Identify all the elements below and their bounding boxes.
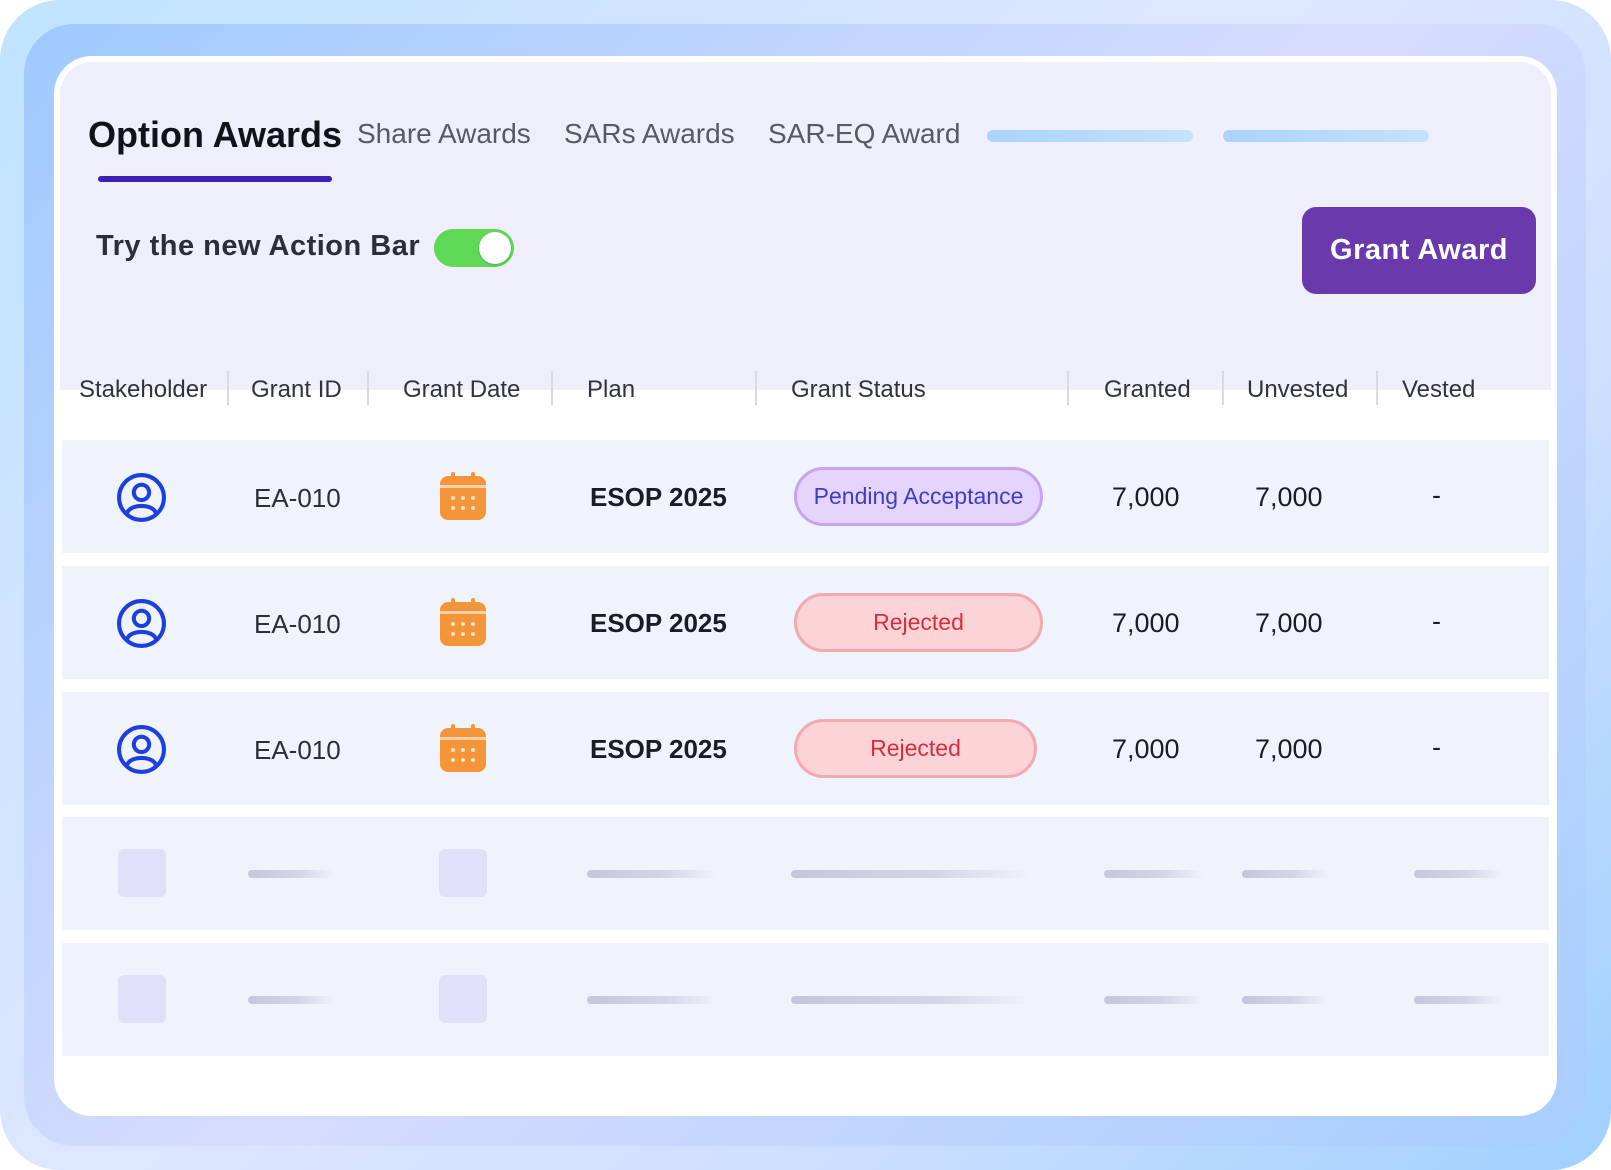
skeleton-avatar [118, 975, 166, 1023]
skeleton-avatar [118, 849, 166, 897]
column-divider [551, 371, 553, 405]
vested-value: - [1432, 732, 1441, 762]
column-divider [755, 371, 757, 405]
plan-name: ESOP 2025 [590, 734, 727, 764]
tab-placeholder [1223, 130, 1429, 142]
tab-sar-eq-award[interactable]: SAR-EQ Award [768, 118, 960, 150]
column-header-unvested[interactable]: Unvested [1247, 376, 1348, 404]
toggle-knob [479, 232, 511, 264]
skeleton-bar [248, 996, 334, 1004]
tab-sars-awards[interactable]: SARs Awards [564, 118, 735, 150]
tab-share-awards[interactable]: Share Awards [357, 118, 531, 150]
skeleton-bar [587, 870, 717, 878]
header-panel: Option Awards Share Awards SARs Awards S… [60, 62, 1551, 390]
user-circle-icon[interactable] [116, 724, 167, 775]
status-badge: Pending Acceptance [794, 467, 1043, 526]
action-bar-label: Try the new Action Bar [96, 230, 421, 262]
tab-placeholder [987, 130, 1193, 142]
column-header-grant-id[interactable]: Grant ID [251, 376, 342, 404]
action-bar-toggle[interactable] [434, 229, 514, 267]
table-row[interactable]: EA-010 ESOP 2025 Pending Acceptance 7,00… [62, 440, 1549, 553]
unvested-value: 7,000 [1255, 482, 1323, 512]
plan-name: ESOP 2025 [590, 482, 727, 512]
table-row[interactable]: EA-010 ESOP 2025 Rejected 7,000 7,000 - [62, 566, 1549, 679]
column-divider [227, 371, 229, 405]
skeleton-icon [439, 975, 487, 1023]
vested-value: - [1432, 480, 1441, 510]
skeleton-bar [1414, 996, 1502, 1004]
column-header-grant-status[interactable]: Grant Status [791, 376, 926, 404]
grant-id: EA-010 [254, 609, 341, 639]
column-header-stakeholder[interactable]: Stakeholder [79, 376, 207, 404]
calendar-icon [440, 598, 486, 646]
skeleton-row [62, 817, 1549, 930]
unvested-value: 7,000 [1255, 608, 1323, 638]
column-header-plan[interactable]: Plan [587, 376, 635, 404]
column-header-vested[interactable]: Vested [1402, 376, 1475, 404]
status-badge: Rejected [794, 719, 1037, 778]
granted-value: 7,000 [1112, 482, 1180, 512]
column-divider [1222, 371, 1224, 405]
plan-name: ESOP 2025 [590, 608, 727, 638]
column-header-grant-date[interactable]: Grant Date [403, 376, 520, 404]
grant-id: EA-010 [254, 735, 341, 765]
column-divider [367, 371, 369, 405]
unvested-value: 7,000 [1255, 734, 1323, 764]
awards-card: Option Awards Share Awards SARs Awards S… [54, 56, 1557, 1116]
skeleton-bar [248, 870, 334, 878]
skeleton-bar [791, 870, 1031, 878]
column-divider [1376, 371, 1378, 405]
calendar-icon [440, 472, 486, 520]
skeleton-bar [791, 996, 1031, 1004]
skeleton-icon [439, 849, 487, 897]
skeleton-bar [587, 996, 717, 1004]
skeleton-bar [1242, 996, 1328, 1004]
skeleton-bar [1414, 870, 1502, 878]
active-tab-indicator [98, 176, 332, 182]
table-row[interactable]: EA-010 ESOP 2025 Rejected 7,000 7,000 - [62, 692, 1549, 805]
granted-value: 7,000 [1112, 608, 1180, 638]
calendar-icon [440, 724, 486, 772]
grant-award-button[interactable]: Grant Award [1302, 207, 1536, 294]
skeleton-bar [1104, 870, 1204, 878]
vested-value: - [1432, 606, 1441, 636]
skeleton-bar [1242, 870, 1328, 878]
column-divider [1067, 371, 1069, 405]
granted-value: 7,000 [1112, 734, 1180, 764]
skeleton-bar [1104, 996, 1204, 1004]
column-header-granted[interactable]: Granted [1104, 376, 1191, 404]
status-badge: Rejected [794, 593, 1043, 652]
skeleton-row [62, 943, 1549, 1056]
user-circle-icon[interactable] [116, 598, 167, 649]
tab-option-awards[interactable]: Option Awards [88, 114, 342, 156]
user-circle-icon[interactable] [116, 472, 167, 523]
grant-id: EA-010 [254, 483, 341, 513]
